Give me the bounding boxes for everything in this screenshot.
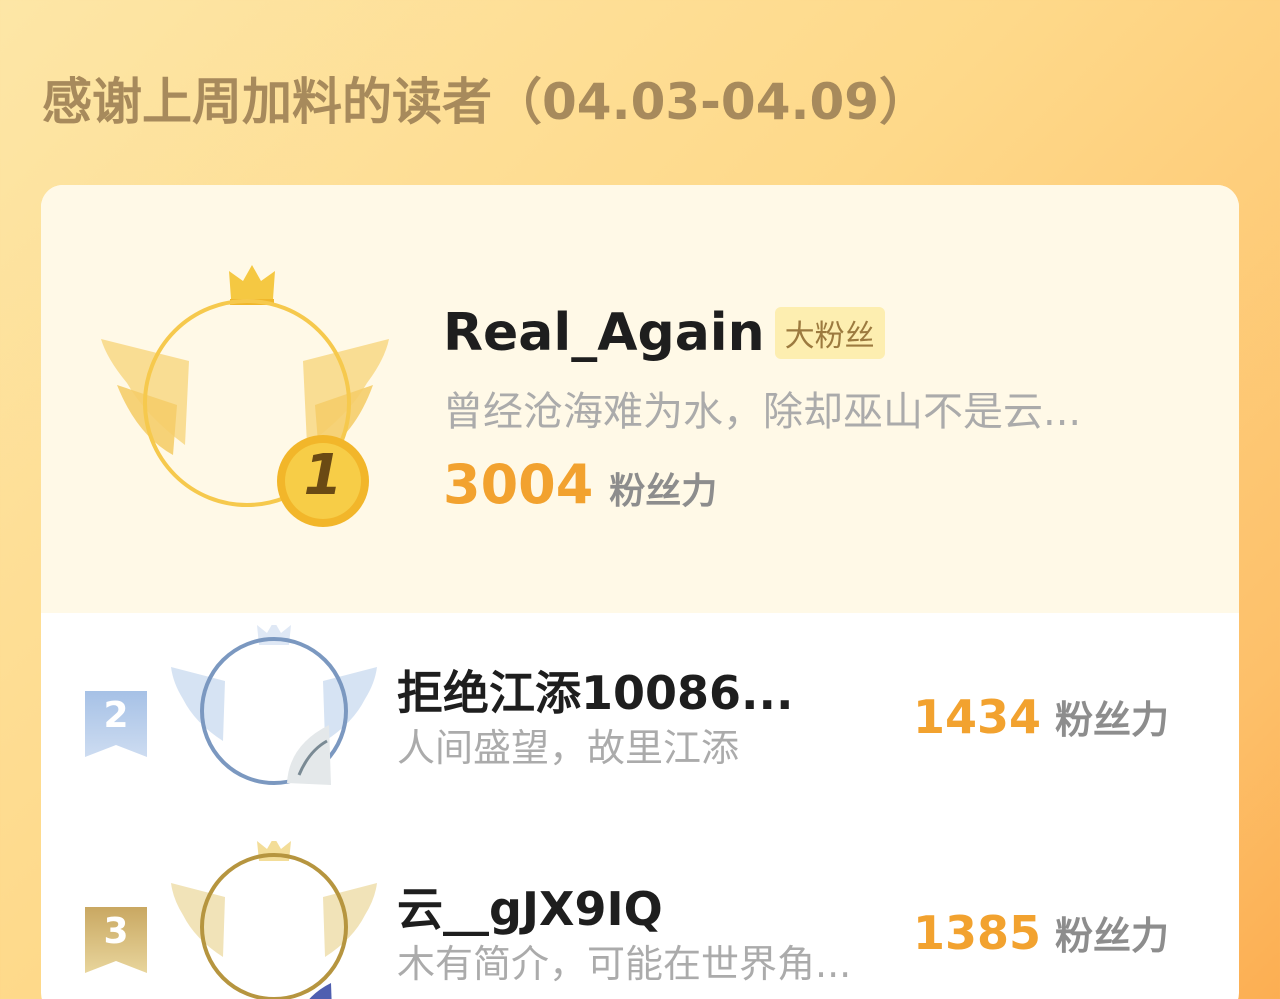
reader-ranking-card: 1 Real_Again 大粉丝 曾经沧海难为水，除却巫山不是云... 3004… <box>41 185 1239 999</box>
silver-avatar-frame[interactable] <box>169 621 379 825</box>
reader-name[interactable]: 拒绝江添10086... <box>397 657 793 723</box>
score-unit: 粉丝力 <box>609 471 718 512</box>
reader-bio: 人间盛望，故里江添 <box>397 726 740 770</box>
silver-wings-icon <box>171 621 377 785</box>
reader-list-item[interactable]: 2 拒绝江添10086... 人间盛望，故里江添 1434 粉丝力 <box>41 621 1239 825</box>
score-unit: 粉丝力 <box>1054 698 1169 742</box>
silver-rank-ribbon: 2 <box>85 691 147 757</box>
reader-bio: 曾经沧海难为水，除却巫山不是云... <box>443 389 1082 435</box>
reader-name[interactable]: 云__gJX9IQ <box>397 873 663 939</box>
fan-power-score: 1434 粉丝力 <box>913 689 1169 744</box>
bronze-avatar-frame[interactable] <box>169 837 379 999</box>
bronze-rank-ribbon: 3 <box>85 907 147 973</box>
rank-one-label: 1 <box>303 443 343 508</box>
bronze-wings-icon <box>171 837 377 999</box>
top-reader-item[interactable]: 1 Real_Again 大粉丝 曾经沧海难为水，除却巫山不是云... 3004… <box>41 185 1239 613</box>
gold-crown-avatar-frame[interactable]: 1 <box>97 255 397 545</box>
page-title: 感谢上周加料的读者（04.03-04.09） <box>42 73 930 131</box>
score-unit: 粉丝力 <box>1054 914 1169 958</box>
reader-name[interactable]: Real_Again <box>443 303 765 363</box>
fan-power-score: 1385 粉丝力 <box>913 905 1169 960</box>
score-value: 3004 <box>443 453 594 516</box>
rank-number: 3 <box>103 911 129 952</box>
reader-list-item[interactable]: 3 云__gJX9IQ 木有简介，可能在世界角... 1385 粉丝力 <box>41 837 1239 999</box>
fan-level-badge: 大粉丝 <box>774 307 885 359</box>
score-value: 1385 <box>912 906 1041 960</box>
score-value: 1434 <box>912 690 1041 744</box>
fan-power-score: 3004 粉丝力 <box>443 453 717 516</box>
rank-number: 2 <box>103 695 129 736</box>
reader-bio: 木有简介，可能在世界角... <box>397 942 852 986</box>
top-reader-name-row: Real_Again 大粉丝 <box>443 303 885 363</box>
